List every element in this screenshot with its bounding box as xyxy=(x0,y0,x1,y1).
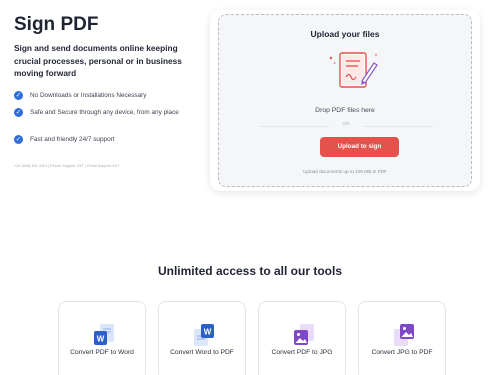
upload-to-sign-button[interactable]: Upload to sign xyxy=(320,137,399,157)
tool-card-pdf-to-jpg[interactable]: Convert PDF to JPG xyxy=(258,301,346,375)
check-icon: ✓ xyxy=(14,91,23,100)
or-divider: OR xyxy=(259,122,433,132)
jpg-image-icon xyxy=(294,324,314,345)
feature-item: ✓ Fast and friendly 24/7 support xyxy=(14,135,180,145)
feature-label: Fast and friendly 24/7 support xyxy=(30,136,115,143)
jpg-to-pdf-icon xyxy=(394,324,414,346)
check-icon: ✓ xyxy=(14,135,23,144)
feature-label: Safe and Secure through any device, from… xyxy=(30,109,179,116)
word-doc-icon: W xyxy=(94,324,114,345)
page-title: Sign PDF xyxy=(14,14,99,35)
upload-card: Upload your files Drop PDF files here OR… xyxy=(210,10,480,191)
feature-label: No Downloads or Installations Necessary xyxy=(30,92,147,99)
tool-card-pdf-to-word[interactable]: W Convert PDF to Word xyxy=(58,301,146,375)
tools-heading: Unlimited access to all our tools xyxy=(157,264,343,278)
svg-text:W: W xyxy=(204,328,212,337)
tool-label: Convert PDF to JPG xyxy=(271,349,333,356)
feature-item: ✓ Safe and Secure through any device, fr… xyxy=(14,108,180,118)
tool-label: Convert JPG to PDF xyxy=(371,349,433,356)
check-icon: ✓ xyxy=(14,108,23,117)
tool-card-jpg-to-pdf[interactable]: Convert JPG to PDF xyxy=(358,301,446,375)
drop-files-text: Drop PDF files here xyxy=(315,107,375,114)
word-to-pdf-icon: W xyxy=(194,324,214,346)
feature-item: ✓ No Downloads or Installations Necessar… xyxy=(14,91,180,101)
tool-label: Convert Word to PDF xyxy=(170,349,234,356)
hero-description: Sign and send documents online keeping c… xyxy=(14,43,182,78)
tool-card-word-to-pdf[interactable]: W Convert Word to PDF xyxy=(158,301,246,375)
tool-label: Convert PDF to Word xyxy=(70,349,134,356)
sign-document-icon xyxy=(329,52,378,88)
drop-zone[interactable]: Upload your files Drop PDF files here OR… xyxy=(218,14,472,187)
svg-text:W: W xyxy=(97,335,105,344)
upload-limit-text: Upload documents up to 100 MB in PDF xyxy=(303,169,387,174)
contact-info: +44 (808) 501 3114 | Phone Support 24/7 … xyxy=(14,164,120,168)
upload-title: Upload your files xyxy=(310,29,380,39)
